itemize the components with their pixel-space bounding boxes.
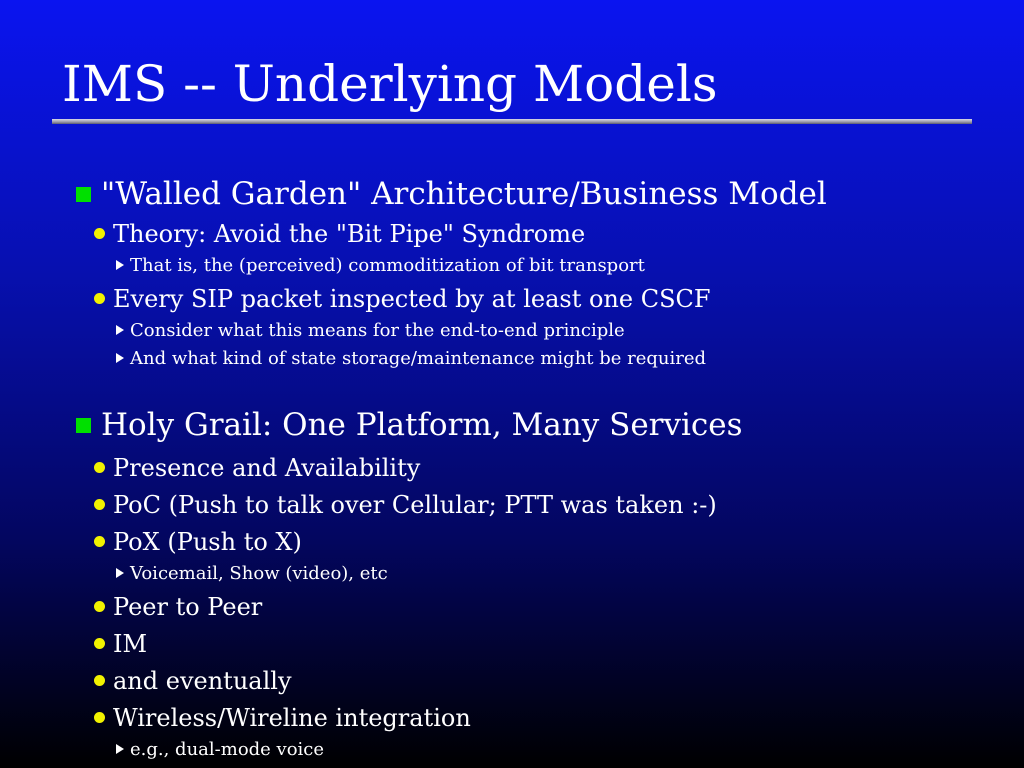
- bullet-end-to-end: Consider what this means for the end-to-…: [116, 319, 625, 343]
- white-triangle-bullet-icon: [116, 260, 124, 270]
- slide-title: IMS -- Underlying Models: [62, 55, 718, 113]
- green-square-bullet-icon: [76, 418, 91, 433]
- bullet-text: PoX (Push to X): [113, 528, 302, 556]
- bullet-poc: PoC (Push to talk over Cellular; PTT was…: [94, 489, 717, 521]
- bullet-pox: PoX (Push to X): [94, 526, 302, 558]
- yellow-dot-bullet-icon: [94, 601, 105, 612]
- bullet-text: e.g., dual-mode voice: [130, 739, 325, 760]
- bullet-peer-to-peer: Peer to Peer: [94, 591, 262, 623]
- bullet-text: IM: [113, 630, 148, 658]
- white-triangle-bullet-icon: [116, 353, 124, 363]
- yellow-dot-bullet-icon: [94, 228, 105, 239]
- bullet-text: Theory: Avoid the "Bit Pipe" Syndrome: [113, 220, 586, 248]
- white-triangle-bullet-icon: [116, 744, 124, 754]
- yellow-dot-bullet-icon: [94, 499, 105, 510]
- bullet-text: Holy Grail: One Platform, Many Services: [101, 407, 743, 443]
- bullet-wireless-wireline: Wireless/Wireline integration: [94, 702, 471, 734]
- bullet-text: Presence and Availability: [113, 454, 421, 482]
- bullet-text: and eventually: [113, 667, 292, 695]
- bullet-text: Wireless/Wireline integration: [113, 704, 471, 732]
- bullet-commoditization: That is, the (perceived) commoditization…: [116, 254, 645, 278]
- bullet-text: Voicemail, Show (video), etc: [130, 563, 388, 584]
- bullet-text: PoC (Push to talk over Cellular; PTT was…: [113, 491, 717, 519]
- bullet-eventually: and eventually: [94, 665, 292, 697]
- yellow-dot-bullet-icon: [94, 462, 105, 473]
- bullet-presence: Presence and Availability: [94, 452, 420, 484]
- slide: IMS -- Underlying Models "Walled Garden"…: [0, 0, 1024, 768]
- yellow-dot-bullet-icon: [94, 675, 105, 686]
- bullet-text: Every SIP packet inspected by at least o…: [113, 285, 711, 313]
- bullet-text: And what kind of state storage/maintenan…: [130, 348, 707, 369]
- green-square-bullet-icon: [76, 187, 91, 202]
- bullet-voicemail: Voicemail, Show (video), etc: [116, 562, 388, 586]
- bullet-dual-mode: e.g., dual-mode voice: [116, 738, 324, 762]
- yellow-dot-bullet-icon: [94, 536, 105, 547]
- bullet-theory: Theory: Avoid the "Bit Pipe" Syndrome: [94, 218, 585, 250]
- white-triangle-bullet-icon: [116, 325, 124, 335]
- bullet-holy-grail: Holy Grail: One Platform, Many Services: [76, 405, 743, 445]
- bullet-state-storage: And what kind of state storage/maintenan…: [116, 347, 706, 371]
- yellow-dot-bullet-icon: [94, 638, 105, 649]
- yellow-dot-bullet-icon: [94, 712, 105, 723]
- title-underline: [52, 119, 972, 124]
- bullet-walled-garden: "Walled Garden" Architecture/Business Mo…: [76, 174, 827, 214]
- yellow-dot-bullet-icon: [94, 293, 105, 304]
- bullet-sip-packet: Every SIP packet inspected by at least o…: [94, 283, 711, 315]
- bullet-text: Consider what this means for the end-to-…: [130, 320, 625, 341]
- bullet-text: Peer to Peer: [113, 593, 263, 621]
- bullet-text: That is, the (perceived) commoditization…: [130, 255, 645, 276]
- bullet-im: IM: [94, 628, 147, 660]
- bullet-text: "Walled Garden" Architecture/Business Mo…: [101, 176, 827, 212]
- white-triangle-bullet-icon: [116, 568, 124, 578]
